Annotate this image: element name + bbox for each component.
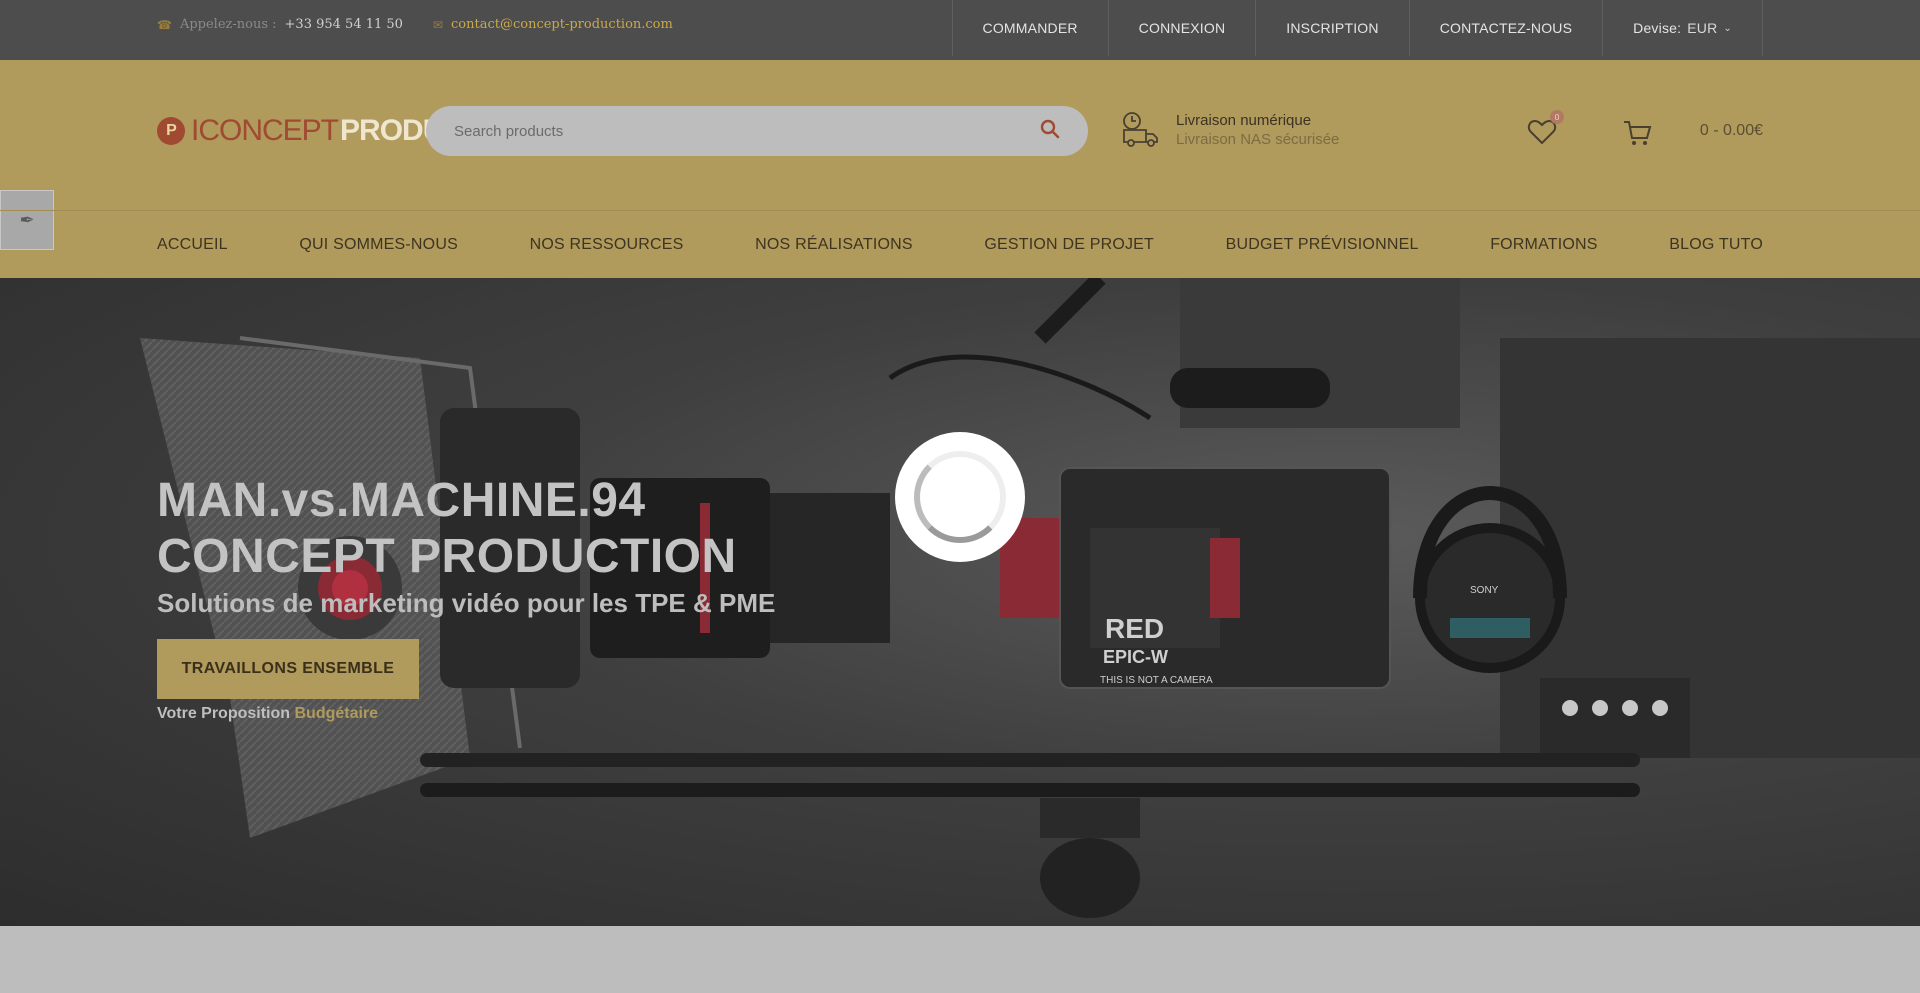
- delivery-truck-icon: [1123, 112, 1158, 147]
- nav-item-accueil[interactable]: ACCUEIL: [157, 236, 228, 254]
- wishlist-button[interactable]: 0: [1526, 110, 1564, 148]
- delivery-subtitle: Livraison NAS sécurisée: [1176, 131, 1340, 148]
- delivery-info: Livraison numérique Livraison NAS sécuri…: [1120, 110, 1339, 150]
- hero-title-line-1: MAN.vs.MACHINE.94: [157, 474, 646, 527]
- nav-item-gestion-de-projet[interactable]: GESTION DE PROJET: [984, 236, 1154, 254]
- chevron-down-icon: ⌄: [1723, 22, 1732, 34]
- phone-label: Appelez-nous :: [179, 17, 277, 32]
- link-commander[interactable]: COMMANDER: [951, 0, 1108, 56]
- wishlist-count-badge: 0: [1550, 110, 1564, 124]
- budget-proposition-link[interactable]: Votre Proposition Budgétaire: [157, 705, 378, 723]
- logo-text-concept: ICONCEPT: [191, 114, 339, 147]
- hero-title-line-2: CONCEPT PRODUCTION: [157, 530, 737, 583]
- search-icon[interactable]: [1040, 119, 1060, 144]
- email-contact: ✉ contact@concept-production.com: [433, 17, 673, 32]
- camera-model-text: EPIC-W: [1103, 647, 1168, 667]
- search-bar: [426, 106, 1088, 156]
- nav-item-formations[interactable]: FORMATIONS: [1490, 236, 1597, 254]
- nav-item-nos-realisations[interactable]: NOS RÉALISATIONS: [755, 236, 913, 254]
- currency-selector[interactable]: Devise: EUR ⌄: [1602, 0, 1763, 56]
- phone-number[interactable]: +33 954 54 11 50: [285, 17, 403, 32]
- proposition-accent: Budgétaire: [294, 705, 379, 722]
- top-bar: ☎ Appelez-nous : +33 954 54 11 50 ✉ cont…: [0, 0, 1920, 60]
- link-inscription[interactable]: INSCRIPTION: [1255, 0, 1408, 56]
- email-link[interactable]: contact@concept-production.com: [451, 17, 673, 32]
- top-links: COMMANDER CONNEXION INSCRIPTION CONTACTE…: [951, 0, 1763, 56]
- proposition-text: Votre Proposition: [157, 705, 291, 722]
- link-connexion[interactable]: CONNEXION: [1107, 0, 1256, 56]
- spinner-ring-icon: [914, 451, 1006, 543]
- nav-item-blog-tuto[interactable]: BLOG TUTO: [1669, 236, 1763, 254]
- cart-total[interactable]: 0 - 0.00€: [1700, 122, 1763, 140]
- main-nav: ACCUEIL QUI SOMMES-NOUS NOS RESSOURCES N…: [0, 210, 1920, 278]
- headphone-brand-text: SONY: [1470, 585, 1499, 596]
- currency-value: EUR: [1687, 20, 1718, 36]
- nav-item-qui-sommes-nous[interactable]: QUI SOMMES-NOUS: [299, 236, 458, 254]
- search-input[interactable]: [454, 122, 1040, 140]
- logo-mark: P: [157, 117, 185, 145]
- nav-item-nos-ressources[interactable]: NOS RESSOURCES: [530, 236, 684, 254]
- cta-button[interactable]: TRAVAILLONS ENSEMBLE: [157, 639, 419, 699]
- delivery-title: Livraison numérique: [1176, 112, 1312, 129]
- hero-title: MAN.vs.MACHINE.94 CONCEPT PRODUCTION: [157, 473, 737, 585]
- cart-icon[interactable]: [1622, 118, 1652, 148]
- phone-contact: ☎ Appelez-nous : +33 954 54 11 50: [157, 17, 403, 32]
- link-contactez-nous[interactable]: CONTACTEZ-NOUS: [1408, 0, 1602, 56]
- nav-item-budget-previsionnel[interactable]: BUDGET PRÉVISIONNEL: [1226, 236, 1419, 254]
- page-bottom-area: [0, 926, 1920, 993]
- phone-icon: ☎: [157, 17, 172, 32]
- loading-spinner: [895, 432, 1025, 562]
- contact-info: ☎ Appelez-nous : +33 954 54 11 50 ✉ cont…: [157, 17, 673, 32]
- hero-subtitle: Solutions de marketing vidéo pour les TP…: [157, 588, 776, 618]
- envelope-icon: ✉: [432, 17, 443, 32]
- camera-brand-text: RED: [1105, 613, 1164, 644]
- currency-label: Devise:: [1633, 20, 1682, 36]
- hero-banner: RED EPIC-W THIS IS NOT A CAMERA SONY MAN…: [0, 278, 1920, 926]
- camera-tagline-text: THIS IS NOT A CAMERA: [1100, 675, 1213, 686]
